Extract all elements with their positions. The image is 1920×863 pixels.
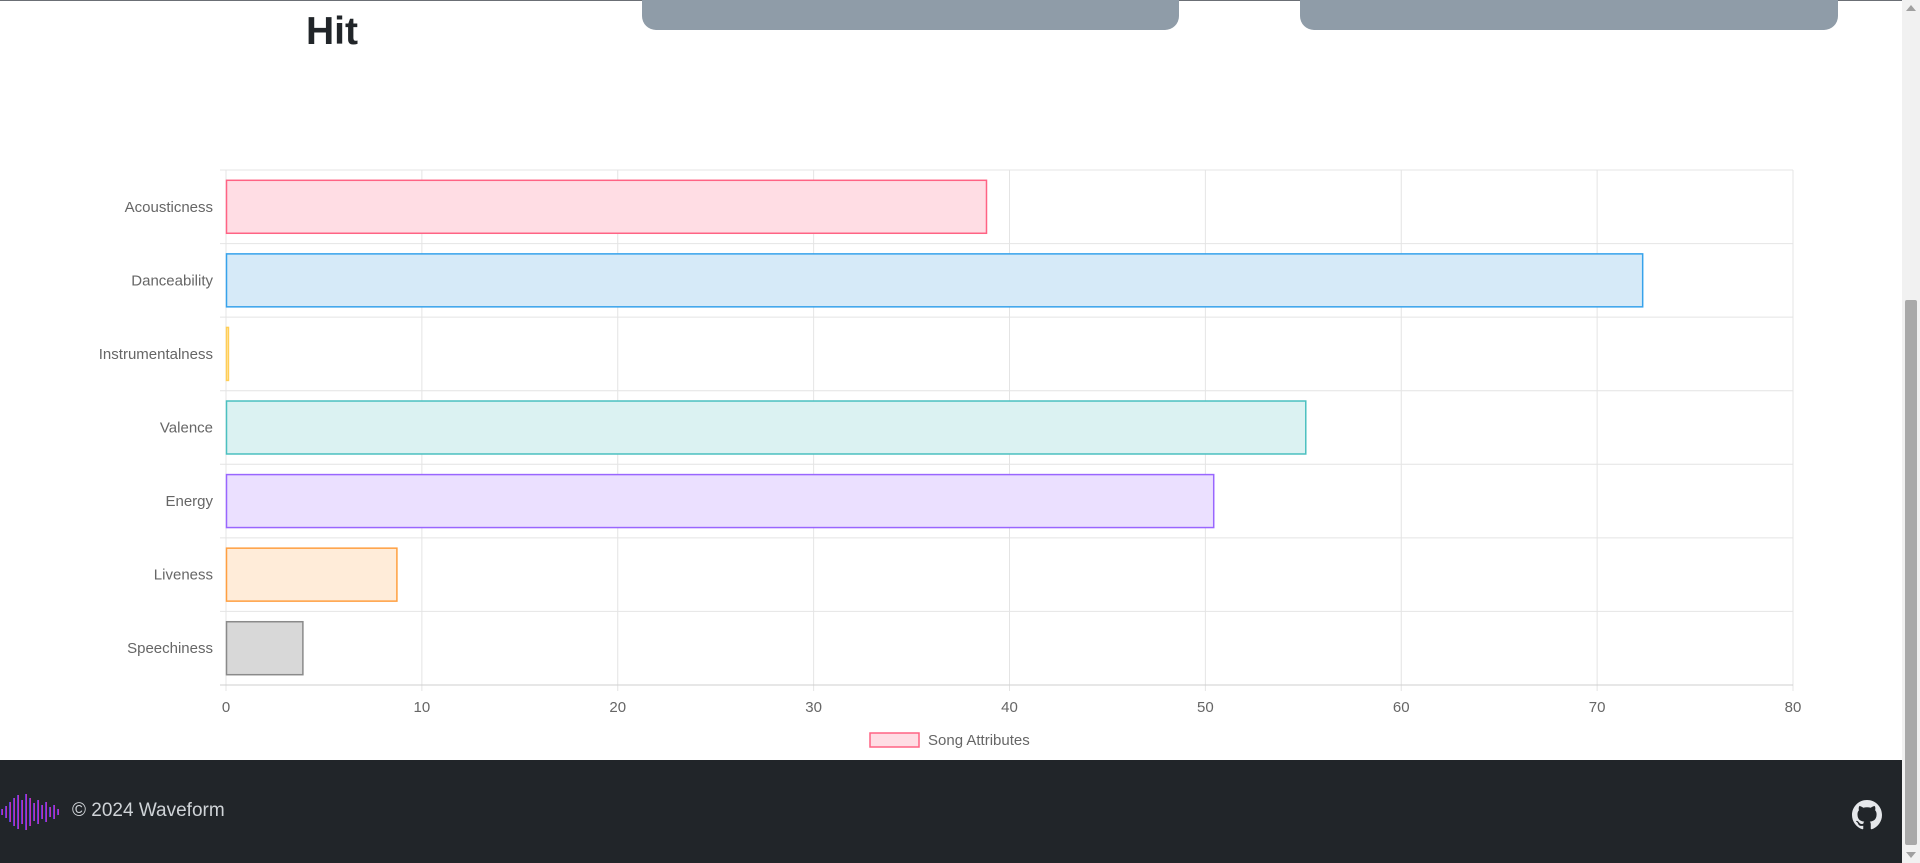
x-tick-label: 80 [1785, 699, 1802, 716]
bar-energy [225, 473, 1215, 529]
x-tick-label: 20 [609, 699, 626, 716]
waveform-logo-icon [1, 794, 59, 830]
x-tick-label: 40 [1001, 699, 1018, 716]
gray-action-button-right[interactable] [1300, 0, 1838, 30]
category-label: Valence [160, 420, 213, 437]
category-label: Instrumentalness [99, 346, 213, 363]
x-tick-label: 50 [1197, 699, 1214, 716]
x-tick-label: 60 [1393, 699, 1410, 716]
bar-danceability [225, 253, 1644, 308]
gray-action-button-left[interactable] [642, 0, 1179, 30]
chart-category-labels: Acousticness Danceability Instrumentalness… [99, 199, 214, 657]
legend-label: Song Attributes [928, 732, 1030, 749]
x-tick-label: 30 [805, 699, 822, 716]
bar-valence [225, 400, 1307, 455]
scroll-down-arrow-icon[interactable] [1906, 852, 1916, 858]
x-tick-label: 70 [1589, 699, 1606, 716]
legend-swatch [869, 732, 920, 748]
category-label: Energy [165, 493, 213, 510]
page-title: Hit [306, 10, 358, 54]
x-tick-label: 10 [414, 699, 431, 716]
bar-speechiness [225, 620, 304, 676]
song-attributes-chart: Acousticness Danceability Instrumentalness… [0, 150, 1902, 760]
github-icon[interactable] [1852, 800, 1882, 830]
category-label: Liveness [154, 567, 213, 584]
chart-legend[interactable]: Song Attributes [869, 732, 1030, 749]
category-label: Acousticness [125, 199, 213, 216]
page-title-line-2: Hit [306, 10, 358, 53]
bar-acousticness [225, 179, 988, 235]
category-label: Danceability [131, 272, 213, 289]
chart-bars [225, 179, 1644, 676]
bar-instrumentalness [225, 326, 230, 382]
site-footer: © 2024 Waveform [0, 760, 1902, 863]
vertical-scrollbar[interactable] [1902, 0, 1920, 863]
chart-x-tick-labels: 0 10 20 30 40 50 60 70 80 [222, 699, 1802, 716]
chart-svg: Acousticness Danceability Instrumentalness… [99, 169, 1802, 749]
bar-liveness [225, 547, 398, 602]
scroll-up-arrow-icon[interactable] [1906, 5, 1916, 11]
footer-copyright: © 2024 Waveform [72, 800, 225, 821]
x-tick-label: 0 [222, 699, 230, 716]
scrollbar-thumb[interactable] [1905, 300, 1917, 845]
category-label: Speechiness [127, 640, 213, 657]
